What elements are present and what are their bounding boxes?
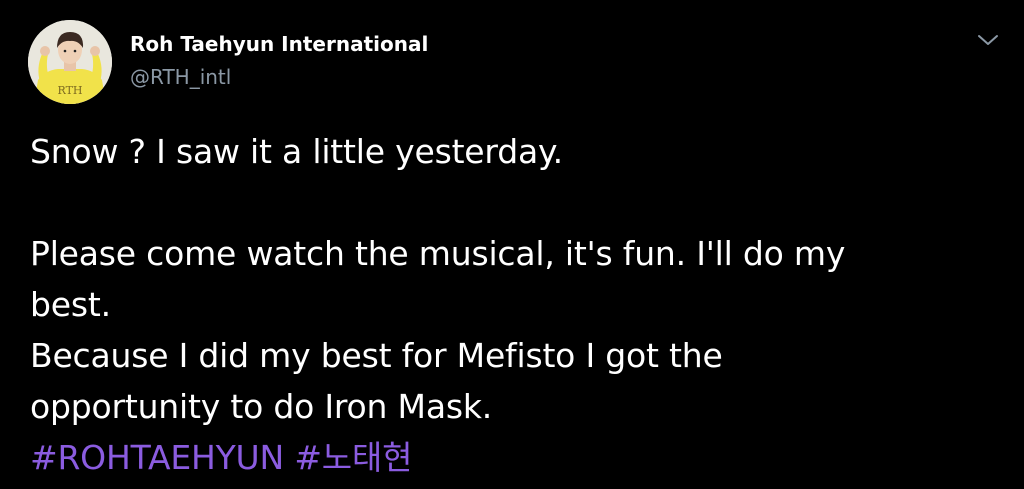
avatar-image: RTH [28, 20, 112, 104]
chevron-down-icon[interactable] [973, 28, 1003, 52]
tweet-line: Because I did my best for Mefisto I got … [30, 336, 723, 375]
hashtag-link[interactable]: #ROHTAEHYUN [30, 438, 284, 477]
tweet-line: Snow ? I saw it a little yesterday. [30, 132, 563, 171]
tweet-line: best. [30, 285, 111, 324]
hashtag-link[interactable]: #노태현 [294, 438, 412, 477]
tweet-line: Please come watch the musical, it's fun.… [30, 234, 846, 273]
tweet-line: opportunity to do Iron Mask. [30, 387, 493, 426]
display-name[interactable]: Roh Taehyun International [130, 30, 428, 58]
hashtag-line: #ROHTAEHYUN #노태현 [30, 432, 1005, 483]
tweet-card: RTH Roh Taehyun International @RTH_intl … [0, 0, 1024, 489]
user-handle[interactable]: @RTH_intl [130, 63, 231, 91]
avatar-shirt-text: RTH [57, 84, 82, 97]
tweet-text: Snow ? I saw it a little yesterday. Plea… [30, 126, 1005, 483]
avatar[interactable]: RTH [28, 20, 112, 104]
tweet-line-break [30, 177, 1005, 228]
